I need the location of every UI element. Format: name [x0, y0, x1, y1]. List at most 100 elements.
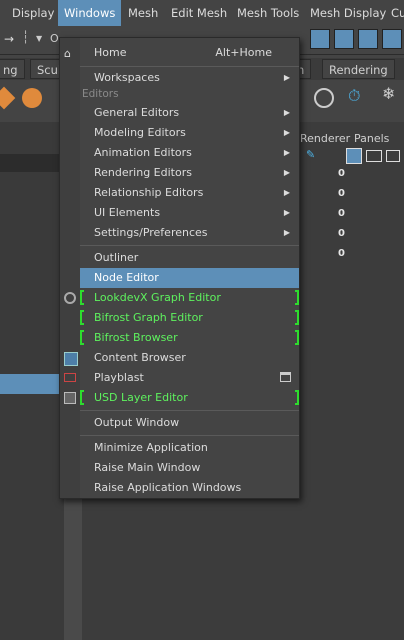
bracket-right — [295, 290, 299, 305]
menu-item-raise-main-window[interactable]: Raise Main Window — [80, 458, 299, 478]
modeling-editors-label: Modeling Editors — [94, 126, 186, 139]
menu-item-playblast[interactable]: Playblast — [80, 368, 299, 388]
home-shortcut: Alt+Home — [215, 46, 272, 59]
menu-mesh[interactable]: Mesh — [128, 0, 158, 26]
tab-rendering[interactable]: Rendering — [322, 59, 395, 79]
value-1: 0 — [338, 188, 345, 199]
film-layout-icon[interactable] — [366, 150, 382, 162]
playblast-label: Playblast — [94, 371, 144, 384]
playblast-icon — [64, 373, 76, 382]
general-editors-label: General Editors — [94, 106, 180, 119]
menu-item-output-window[interactable]: Output Window — [80, 413, 299, 433]
menu-edit-mesh[interactable]: Edit Mesh — [171, 0, 227, 26]
animation-editors-label: Animation Editors — [94, 146, 192, 159]
option-box-icon[interactable] — [280, 372, 291, 382]
lookdevx-icon — [64, 292, 76, 304]
content-browser-icon — [64, 352, 78, 366]
tab-modeling[interactable]: ng — [0, 59, 25, 79]
content-browser-label: Content Browser — [94, 351, 186, 364]
menu-display[interactable]: Display — [12, 0, 54, 26]
single-layout-icon[interactable] — [386, 150, 400, 162]
outliner-label: Outliner — [94, 251, 139, 264]
minimize-label: Minimize Application — [94, 441, 208, 454]
menu-item-workspaces[interactable]: Workspaces ▶ — [80, 68, 299, 88]
menu-item-relationship-editors[interactable]: Relationship Editors ▶ — [80, 183, 299, 203]
menu-item-ui-elements[interactable]: UI Elements ▶ — [80, 203, 299, 223]
renderer-header[interactable]: Renderer — [300, 132, 350, 145]
menu-separator — [80, 245, 299, 246]
menu-windows[interactable]: Windows — [58, 0, 122, 26]
section-editors: Editors — [82, 88, 119, 100]
snowflake-icon[interactable]: ❄ — [382, 84, 395, 103]
node-editor-label: Node Editor — [94, 271, 159, 284]
selected-row[interactable] — [0, 374, 64, 394]
outliner-panel — [0, 122, 64, 640]
menu-item-home[interactable]: Home Alt+Home — [80, 43, 299, 63]
divider-icon: ┆ — [22, 30, 30, 44]
panels-header[interactable]: Panels — [354, 132, 389, 145]
lookdevx-label: LookdevX Graph Editor — [94, 291, 221, 304]
menu-item-minimize-application[interactable]: Minimize Application — [80, 438, 299, 458]
submenu-arrow-icon: ▶ — [283, 208, 290, 217]
camera-orbit-icon[interactable] — [314, 88, 334, 108]
menu-separator — [80, 66, 299, 67]
raise-main-label: Raise Main Window — [94, 461, 201, 474]
pencil-icon[interactable]: ✎ — [306, 148, 315, 161]
menu-item-animation-editors[interactable]: Animation Editors ▶ — [80, 143, 299, 163]
rendering-editors-label: Rendering Editors — [94, 166, 192, 179]
value-2: 0 — [338, 208, 345, 219]
menu-item-usd-layer-editor[interactable]: USD Layer Editor — [80, 388, 299, 408]
toolbar-field-text[interactable]: O — [50, 32, 59, 45]
snap-surface-icon[interactable] — [382, 29, 402, 49]
menu-mesh-display[interactable]: Mesh Display — [310, 0, 386, 26]
grid-layout-icon[interactable] — [346, 148, 362, 164]
menu-item-general-editors[interactable]: General Editors ▶ — [80, 103, 299, 123]
snap-curve-icon[interactable] — [310, 29, 330, 49]
light-icon[interactable]: ⏱ — [348, 86, 360, 106]
menu-item-outliner[interactable]: Outliner — [80, 248, 299, 268]
submenu-arrow-icon: ▶ — [283, 188, 290, 197]
bifrost-graph-label: Bifrost Graph Editor — [94, 311, 203, 324]
output-window-label: Output Window — [94, 416, 180, 429]
bracket-right — [295, 390, 299, 405]
sculpt-sphere-icon[interactable] — [22, 88, 42, 108]
usd-layer-icon — [64, 392, 76, 404]
menu-item-node-editor[interactable]: Node Editor — [80, 268, 299, 288]
menu-bar: Display Windows Mesh Edit Mesh Mesh Tool… — [0, 0, 404, 26]
usd-layer-label: USD Layer Editor — [94, 391, 188, 404]
settings-preferences-label: Settings/Preferences — [94, 226, 208, 239]
menu-item-bifrost-graph-editor[interactable]: Bifrost Graph Editor — [80, 308, 299, 328]
menu-item-content-browser[interactable]: Content Browser — [80, 348, 299, 368]
menu-separator — [80, 410, 299, 411]
value-4: 0 — [338, 248, 345, 259]
submenu-arrow-icon: ▶ — [283, 73, 290, 82]
submenu-arrow-icon: ▶ — [283, 128, 290, 137]
bracket-right — [295, 310, 299, 325]
value-0: 0 — [338, 168, 345, 179]
submenu-arrow-icon: ▶ — [283, 108, 290, 117]
menu-curves-truncated[interactable]: Cu — [391, 0, 404, 26]
menu-item-settings-preferences[interactable]: Settings/Preferences ▶ — [80, 223, 299, 243]
menu-item-bifrost-browser[interactable]: Bifrost Browser — [80, 328, 299, 348]
value-3: 0 — [338, 228, 345, 239]
menu-item-raise-application-windows[interactable]: Raise Application Windows — [80, 478, 299, 498]
panel-header-bar — [0, 154, 64, 172]
menu-item-modeling-editors[interactable]: Modeling Editors ▶ — [80, 123, 299, 143]
sculpt-tool-icon[interactable] — [0, 86, 16, 110]
snap-view-icon[interactable] — [358, 29, 378, 49]
workspaces-label: Workspaces — [94, 71, 160, 84]
relationship-editors-label: Relationship Editors — [94, 186, 204, 199]
menu-mesh-tools[interactable]: Mesh Tools — [237, 0, 299, 26]
menu-icon-gutter — [60, 38, 80, 498]
bracket-left — [80, 290, 84, 305]
arrow-icon[interactable]: → — [4, 32, 14, 46]
bracket-left — [80, 390, 84, 405]
home-label: Home — [94, 46, 127, 59]
bracket-left — [80, 330, 84, 345]
menu-item-lookdevx-graph-editor[interactable]: LookdevX Graph Editor — [80, 288, 299, 308]
windows-menu: ⌂ Home Alt+Home Workspaces ▶ Editors Gen… — [59, 37, 300, 499]
menu-item-rendering-editors[interactable]: Rendering Editors ▶ — [80, 163, 299, 183]
ui-elements-label: UI Elements — [94, 206, 161, 219]
snap-point-icon[interactable] — [334, 29, 354, 49]
chevron-down-icon[interactable]: ▼ — [36, 34, 42, 43]
